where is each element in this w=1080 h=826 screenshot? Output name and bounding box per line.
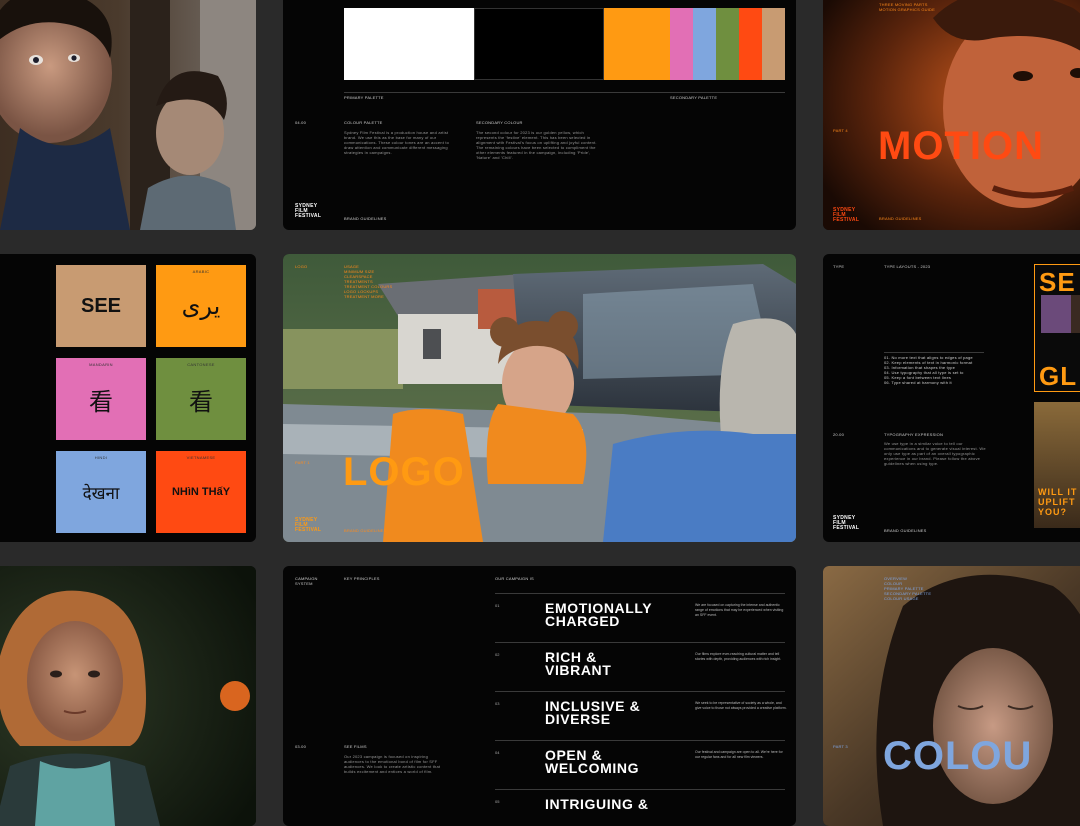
see-languages-slide[interactable]: SEE ARABIC یری MANDARIN 看 CANTONESE 看 HI… [0, 254, 256, 542]
palette-divider [344, 92, 785, 93]
colour-title: COLOU [883, 734, 1033, 778]
type-poster-2: WILL IT UPLIFT YOU? [1034, 402, 1080, 528]
section-number: 04.00 [295, 120, 307, 125]
principle-5-number: 05 [495, 799, 500, 804]
colour-palette-slide[interactable]: PRIMARY PALETTE SECONDARY PALETTE 04.00 … [283, 0, 796, 230]
principle-3-desc: We seek to be representative of society … [695, 701, 787, 710]
principle-3-number: 03 [495, 701, 500, 706]
type-layouts-slide[interactable]: TYPE TYPE LAYOUTS - 2023 01. No more tex… [823, 254, 1080, 542]
secondary-swatch-olive [716, 8, 739, 80]
logo-menu-item-7[interactable]: TREATMENT MORE [344, 294, 384, 299]
type-body-text: We use type in a similar voice to tell o… [884, 441, 986, 466]
secondary-swatch-tan [762, 8, 785, 80]
logo-title: LOGO [343, 450, 465, 494]
sff-logo: SYDNEY FILM FESTIVAL [295, 203, 322, 219]
colour-menu-item-5[interactable]: COLOUR USAGE [884, 596, 919, 601]
principle-2-desc: Our films explore ever-reaching cultural… [695, 652, 782, 661]
film-still-man-image [0, 0, 256, 230]
secondary-palette-label: SECONDARY PALETTE [670, 95, 718, 100]
principle-4-title: OPEN & WELCOMING [545, 747, 640, 776]
sff-logo: SYDNEY FILM FESTIVAL [295, 517, 322, 533]
section-title: COLOUR PALETTE [344, 120, 383, 125]
sff-logo: SYDNEY FILM FESTIVAL [833, 207, 860, 223]
motion-face-image [823, 0, 1080, 230]
film-still-woman-tile[interactable] [0, 566, 256, 826]
see-square-english: SEE [56, 265, 146, 347]
film-still-woman-image [0, 566, 256, 826]
colour-part-label: PART 3 [833, 744, 848, 749]
secondary-swatch-red [739, 8, 762, 80]
principles-section-number: 03.00 [295, 744, 307, 749]
see-square-vietnamese: VIETNAMESE NHìN THấY [156, 451, 246, 533]
principle-divider-4 [495, 740, 785, 741]
principle-1-number: 01 [495, 603, 500, 608]
see-square-arabic: ARABIC یری [156, 265, 246, 347]
palette-body-text: Sydney Film Festival is a production hou… [344, 130, 450, 155]
principle-4-number: 04 [495, 750, 500, 755]
key-principles-title: KEY PRINCIPLES [344, 576, 380, 581]
colour-portrait-image [823, 566, 1080, 826]
footer-label: BRAND GUIDELINES [344, 216, 387, 221]
motion-header-2: MOTION GRAPHICS GUIDE [879, 7, 935, 12]
film-still-man-tile[interactable] [0, 0, 256, 230]
principle-3-title: INCLUSIVE & DIVERSE [545, 698, 641, 727]
motion-slide[interactable]: THREE MOVING PARTS MOTION GRAPHICS GUIDE… [823, 0, 1080, 230]
type-col-label: TYPE [833, 264, 845, 269]
secondary-colour-body: The second colour for 2023 is our golden… [476, 130, 597, 160]
logo-slide[interactable]: LOGO USAGE MINIMUM SIZE CLEARSPACE TREAT… [283, 254, 796, 542]
principle-5-title: INTRIGUING & [545, 796, 649, 812]
colour-slide[interactable]: OVERVIEW COLOUR PRIMARY PALETTE SECONDAR… [823, 566, 1080, 826]
secondary-swatch-blue [693, 8, 716, 80]
footer-label: BRAND GUIDELINES [879, 216, 922, 221]
see-square-mandarin: MANDARIN 看 [56, 358, 146, 440]
principle-2-title: RICH & VIBRANT [545, 649, 612, 678]
principle-divider-3 [495, 691, 785, 692]
type-layouts-title: TYPE LAYOUTS - 2023 [884, 264, 931, 269]
type-section-number: 20.00 [833, 432, 845, 437]
primary-swatch-black [474, 8, 604, 80]
logo-slide-tag: LOGO [295, 264, 308, 269]
type-section-title: TYPOGRAPHY EXPRESSION [884, 432, 944, 437]
principles-section-title: SEE FILMS [344, 744, 367, 749]
principles-body-text: Our 2023 campaign is focused on inspirin… [344, 754, 441, 774]
principle-1-title: EMOTIONALLY CHARGED [545, 600, 653, 629]
see-square-hindi: HINDI देखना [56, 451, 146, 533]
secondary-swatch-orange [604, 8, 670, 80]
primary-swatch-white [344, 8, 474, 80]
secondary-swatch-pink [670, 8, 693, 80]
campaign-label-2: SYSTEM [295, 581, 313, 586]
motion-title: MOTION [878, 124, 1044, 168]
principle-divider-2 [495, 642, 785, 643]
primary-palette-label: PRIMARY PALETTE [344, 95, 384, 100]
type-poster-1: SE GL [1034, 264, 1080, 392]
footer-label: BRAND GUIDELINES [344, 528, 387, 533]
logo-part-label: PART 1 [295, 460, 310, 465]
principle-divider-5 [495, 789, 785, 790]
see-square-cantonese: CANTONESE 看 [156, 358, 246, 440]
principle-1-desc: We are focused on capturing the intense … [695, 603, 784, 617]
secondary-colour-title: SECONDARY COLOUR [476, 120, 523, 125]
type-list-item-6: 06. Type shared at harmony with it [884, 380, 952, 385]
sff-logo: SYDNEY FILM FESTIVAL [833, 515, 860, 531]
footer-label: BRAND GUIDELINES [884, 528, 927, 533]
principle-2-number: 02 [495, 652, 500, 657]
our-campaign-is-label: OUR CAMPAIGN IS [495, 576, 534, 581]
type-list-divider [884, 352, 984, 353]
motion-part-label: PART 4 [833, 128, 848, 133]
key-principles-slide[interactable]: CAMPAIGN SYSTEM KEY PRINCIPLES OUR CAMPA… [283, 566, 796, 826]
principle-divider-1 [495, 593, 785, 594]
principle-4-desc: Our festival and campaign are open to al… [695, 750, 783, 759]
